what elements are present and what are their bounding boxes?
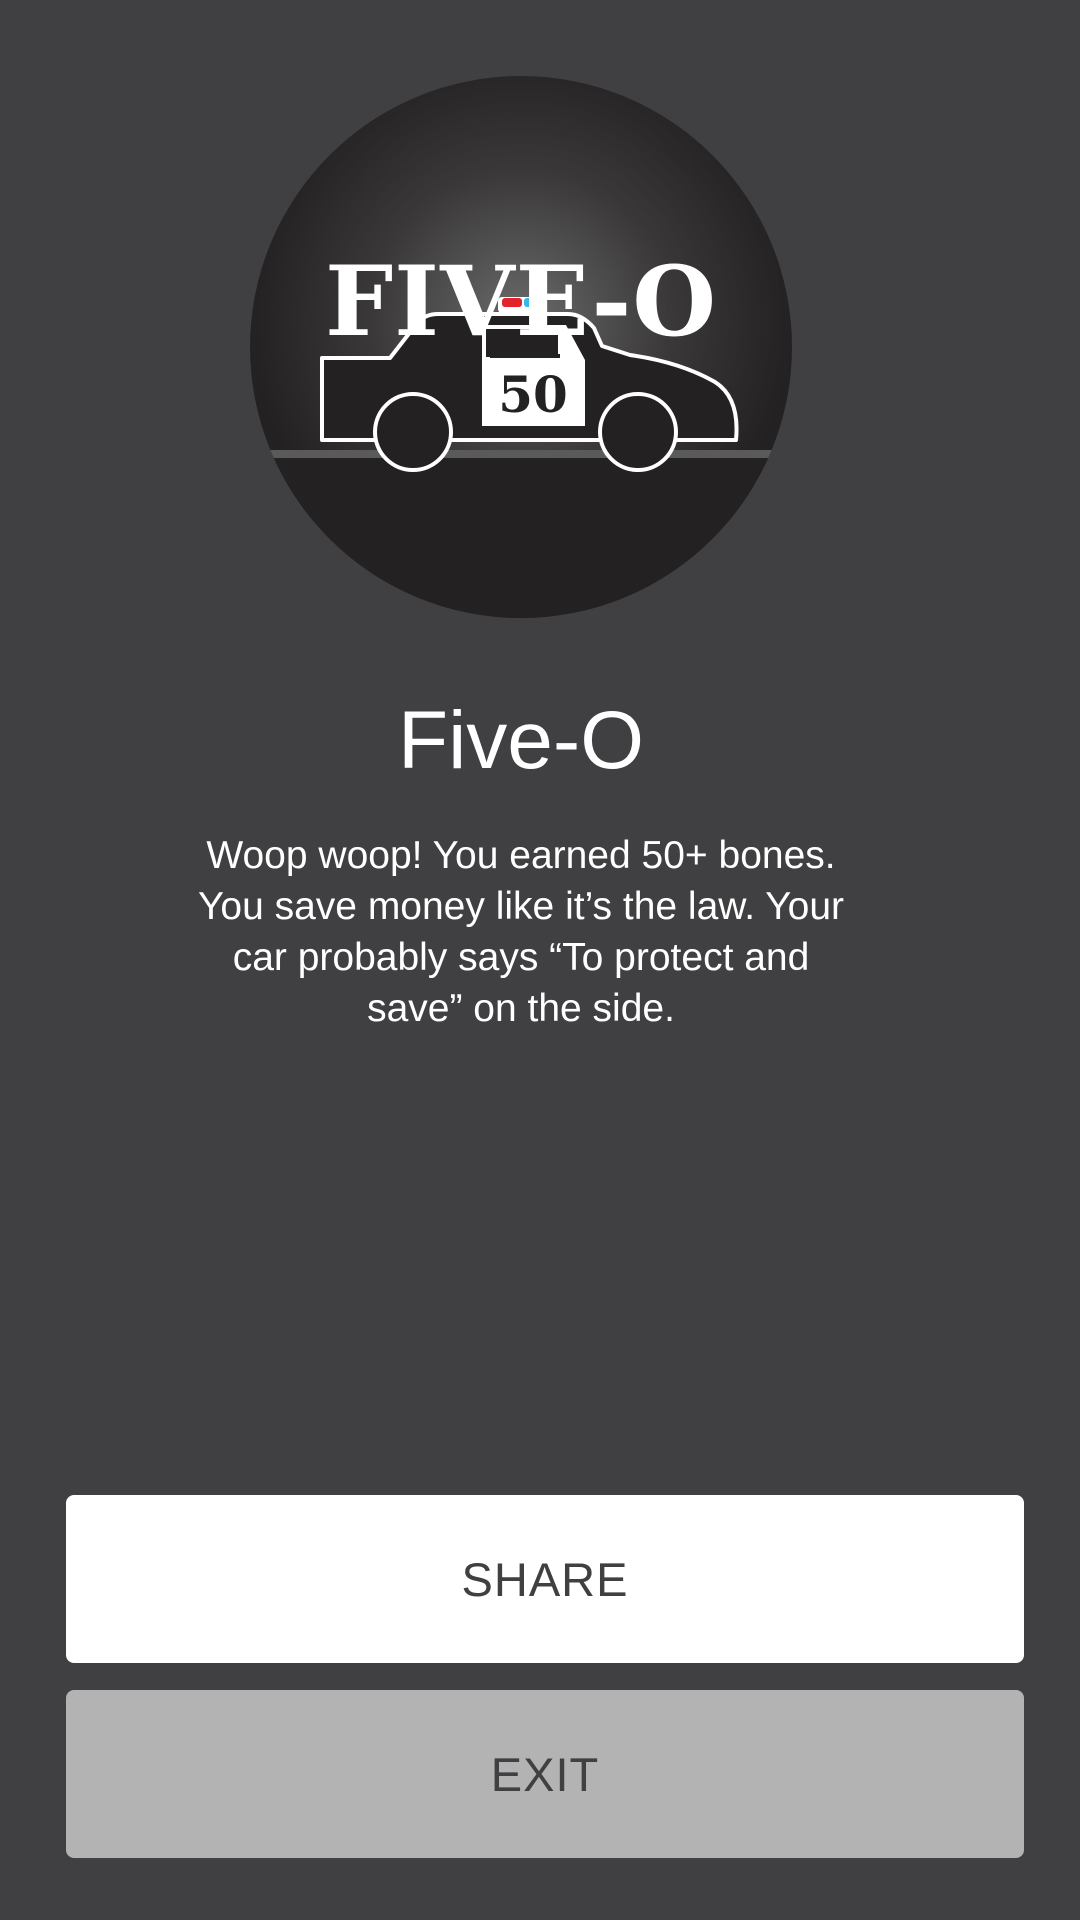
exit-button[interactable]: EXIT	[66, 1690, 1024, 1858]
badge-title: FIVE-O	[325, 245, 717, 358]
achievement-description: Woop woop! You earned 50+ bones. You sav…	[197, 834, 845, 1030]
badge-ground	[250, 456, 792, 618]
door-number: 50	[498, 365, 568, 424]
share-button-label: SHARE	[461, 1552, 629, 1606]
achievement-screen: 50 FIVE-O Five-O Woop woop! You earned 5…	[0, 0, 1080, 1920]
achievement-title: Five-O	[398, 695, 644, 786]
achievement-badge: 50 FIVE-O	[250, 76, 792, 618]
share-button[interactable]: SHARE	[66, 1495, 1024, 1663]
exit-button-label: EXIT	[490, 1747, 600, 1801]
